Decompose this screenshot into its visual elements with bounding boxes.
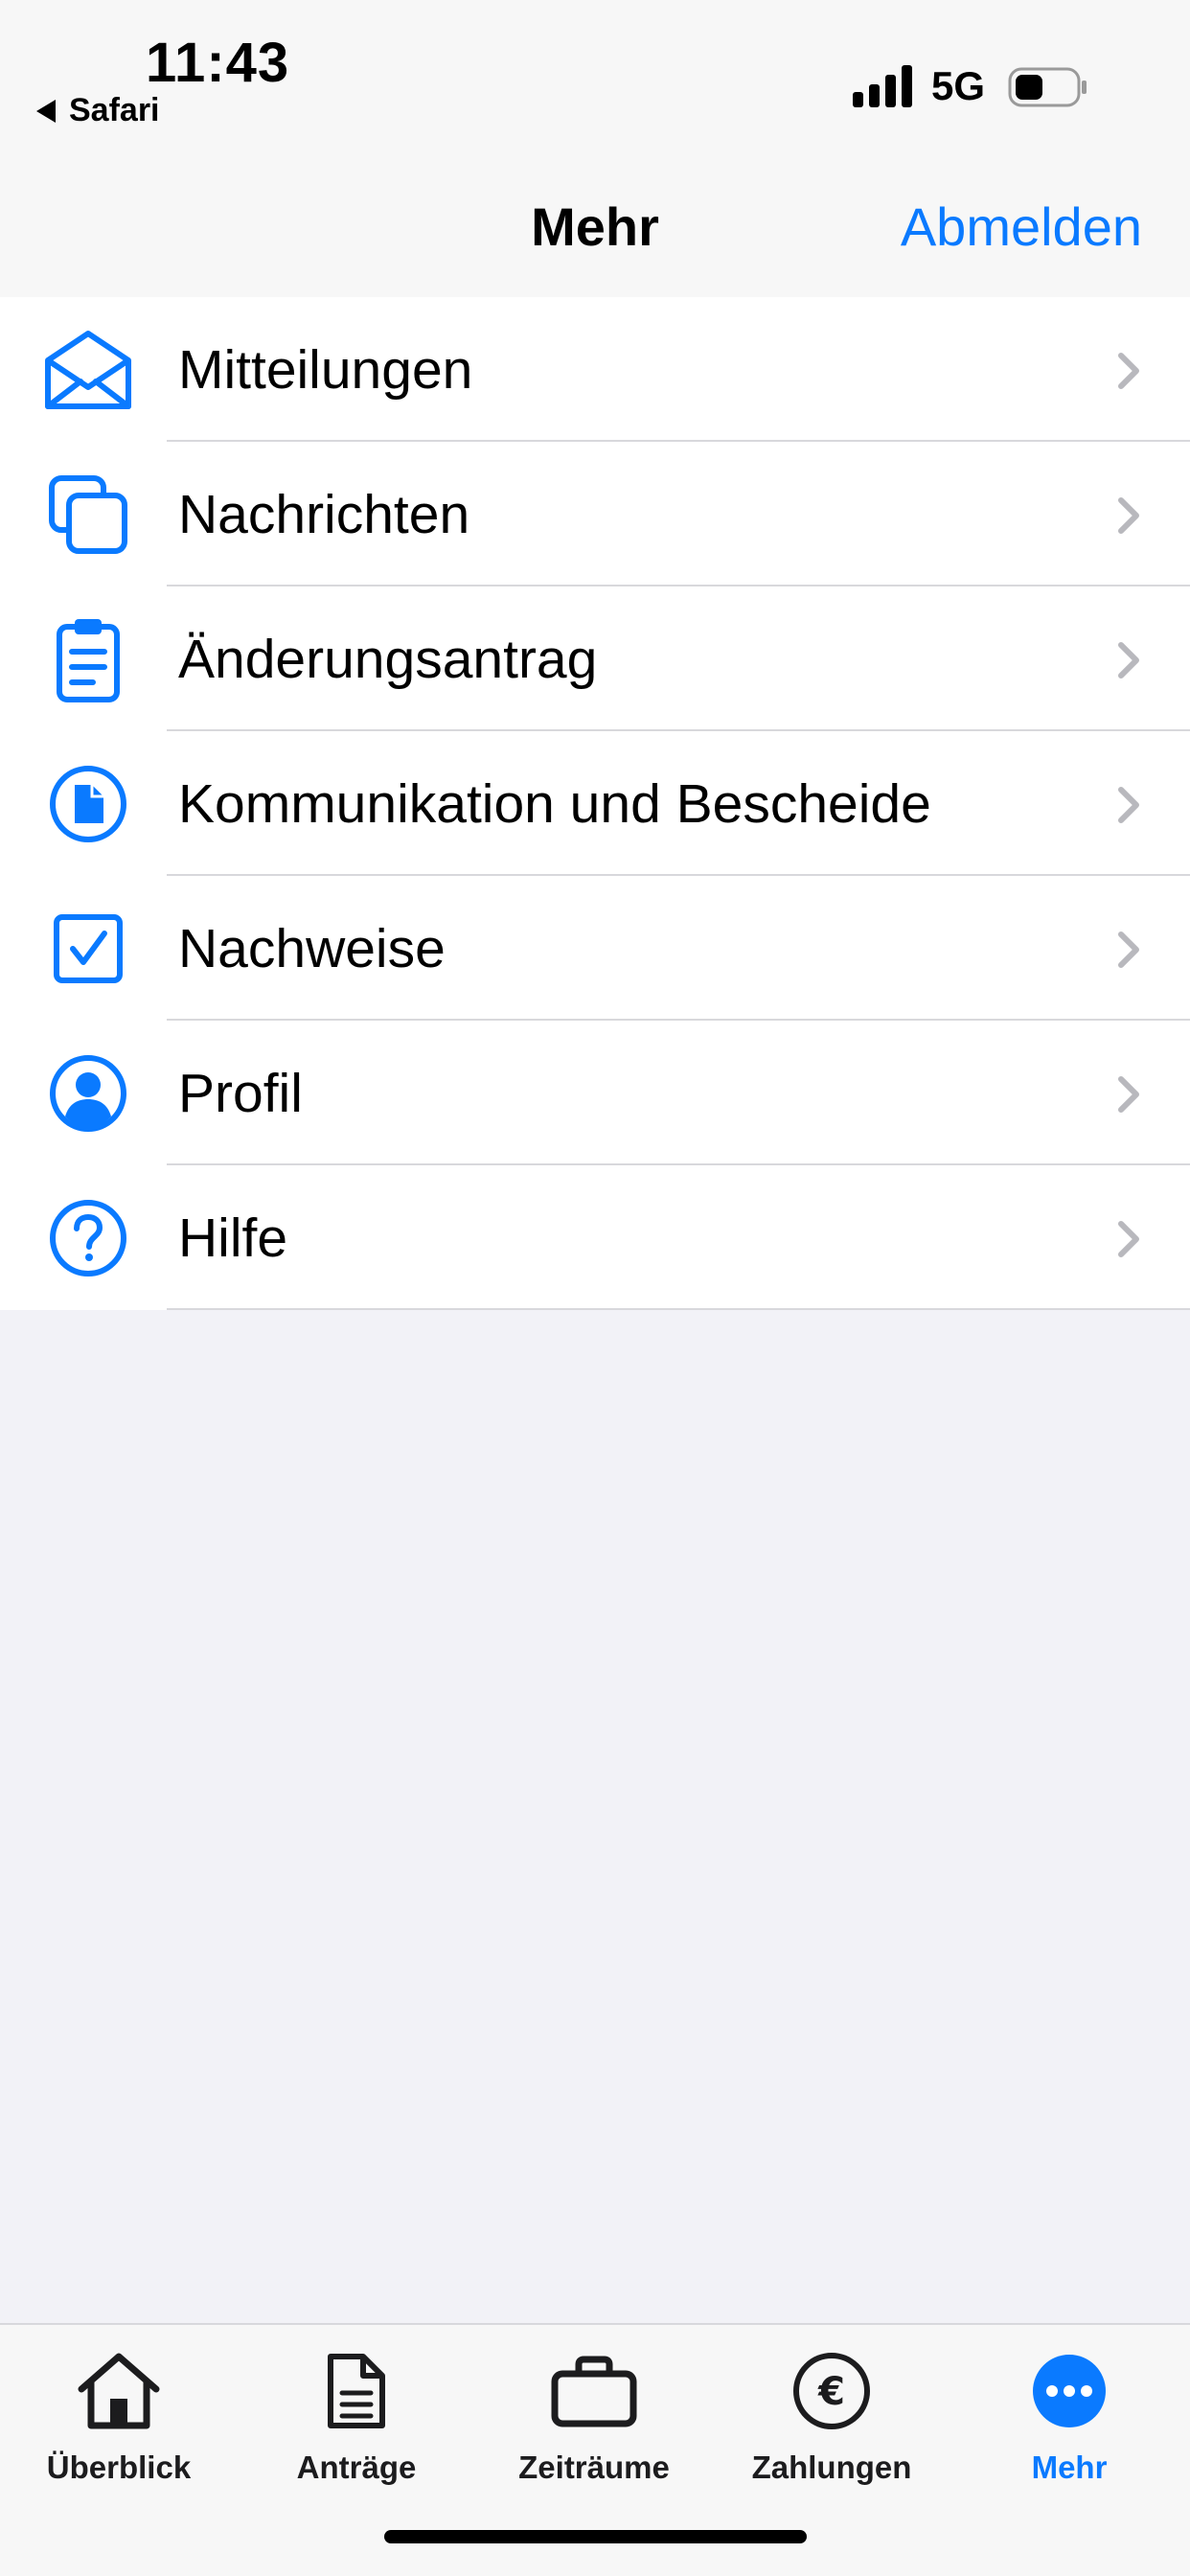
clipboard-icon [38, 617, 138, 702]
menu-item-aenderungsantrag[interactable]: Änderungsantrag [0, 586, 1190, 731]
menu-item-label: Nachrichten [178, 484, 470, 545]
menu-item-label: Mitteilungen [178, 339, 473, 401]
home-indicator[interactable] [384, 2530, 807, 2543]
tab-label: Zahlungen [751, 2450, 912, 2485]
menu-item-label: Hilfe [178, 1208, 288, 1269]
menu-item-nachrichten[interactable]: Nachrichten [0, 442, 1190, 586]
document-circle-icon [38, 762, 138, 846]
chevron-right-icon [1118, 642, 1139, 678]
logout-button[interactable]: Abmelden [901, 196, 1142, 258]
tab-antraege[interactable]: Anträge [238, 2348, 475, 2492]
checkbox-icon [38, 907, 138, 991]
back-to-app-link[interactable]: Safari [36, 92, 160, 129]
tab-zahlungen[interactable]: € Zahlungen [713, 2348, 950, 2492]
menu-item-label: Änderungsantrag [178, 629, 598, 690]
chevron-right-icon [1118, 353, 1139, 389]
menu-item-nachweise[interactable]: Nachweise [0, 876, 1190, 1021]
house-icon [0, 2348, 238, 2434]
menu-item-mitteilungen[interactable]: Mitteilungen [0, 297, 1190, 442]
tab-label: Überblick [46, 2450, 192, 2485]
chevron-right-icon [1118, 1076, 1139, 1113]
battery-icon [1008, 67, 1087, 107]
tab-label: Anträge [296, 2450, 417, 2485]
question-circle-icon [38, 1196, 138, 1280]
chevron-right-icon [1118, 787, 1139, 823]
document-icon [238, 2348, 475, 2434]
signal-icon [853, 65, 912, 107]
back-triangle-icon [36, 99, 56, 123]
copy-icon [38, 472, 138, 557]
menu-item-kommunikation[interactable]: Kommunikation und Bescheide [0, 731, 1190, 876]
chevron-right-icon [1118, 497, 1139, 534]
menu-item-hilfe[interactable]: Hilfe [0, 1165, 1190, 1310]
tab-zeitraeume[interactable]: Zeiträume [475, 2348, 713, 2492]
tab-ueberblick[interactable]: Überblick [0, 2348, 238, 2492]
menu-item-label: Nachweise [178, 918, 446, 979]
menu-item-label: Kommunikation und Bescheide [178, 773, 931, 835]
more-menu-list: Mitteilungen Nachrichten Änderungsantrag [0, 297, 1190, 1310]
menu-item-label: Profil [178, 1063, 303, 1124]
tab-mehr[interactable]: Mehr [950, 2348, 1188, 2492]
chevron-right-icon [1118, 932, 1139, 968]
envelope-icon [38, 328, 138, 412]
person-circle-icon [38, 1051, 138, 1136]
menu-item-profil[interactable]: Profil [0, 1021, 1190, 1165]
briefcase-icon [475, 2348, 713, 2434]
back-app-label: Safari [69, 92, 160, 128]
network-label: 5G [931, 63, 986, 108]
navigation-bar: Mehr Abmelden [0, 172, 1190, 297]
more-icon [950, 2348, 1188, 2434]
status-time: 11:43 [146, 32, 290, 94]
chevron-right-icon [1118, 1221, 1139, 1257]
euro-icon: € [713, 2348, 950, 2434]
tab-label: Zeiträume [518, 2450, 670, 2485]
status-bar: 11:43 Safari 5G [0, 0, 1190, 172]
row-separator [167, 1308, 1190, 1310]
tab-label: Mehr [1031, 2450, 1108, 2485]
svg-text:€: € [817, 2370, 845, 2414]
